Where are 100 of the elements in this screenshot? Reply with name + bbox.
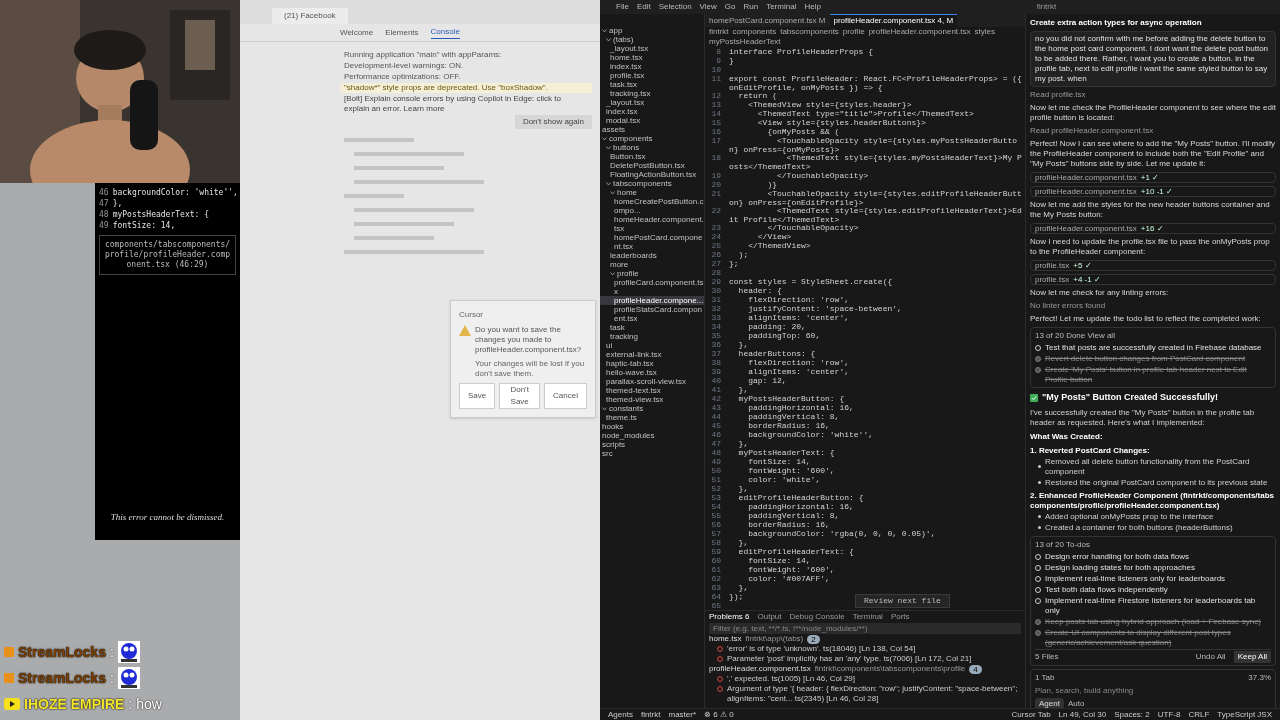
panel-tab[interactable]: Terminal [852, 611, 883, 623]
menu-item[interactable]: Terminal [766, 1, 797, 13]
breadcrumb-item[interactable]: components [732, 27, 777, 37]
explorer-item[interactable]: profile [617, 269, 639, 278]
menu-item[interactable]: Selection [658, 1, 692, 13]
devtools-tab[interactable]: Elements [385, 26, 419, 39]
explorer-item[interactable]: src [602, 449, 613, 458]
breadcrumb-item[interactable]: myPostsHeaderText [709, 37, 781, 47]
explorer-item[interactable]: profile.tsx [610, 71, 645, 80]
status-item[interactable]: TypeScript JSX [1217, 708, 1272, 720]
menu-item[interactable]: Edit [636, 1, 651, 13]
dialog-button[interactable]: Save [459, 383, 496, 409]
review-next-file-button[interactable]: Review next file [855, 594, 950, 608]
dialog-button[interactable]: Don't Save [499, 383, 541, 409]
dialog-button[interactable]: Cancel [544, 383, 587, 409]
status-item[interactable]: fintrkt [640, 708, 661, 720]
explorer-item[interactable]: hooks [602, 422, 624, 431]
breadcrumb-item[interactable]: fintrkt [709, 27, 729, 37]
explorer-item[interactable]: modal.tsx [606, 116, 641, 125]
breadcrumb-item[interactable]: profile [842, 27, 865, 37]
explorer-item[interactable]: index.tsx [610, 62, 642, 71]
explorer-item[interactable]: _layout.tsx [610, 44, 649, 53]
todo-checkbox[interactable] [1035, 629, 1041, 636]
keep-all-button[interactable]: Keep All [1233, 650, 1271, 663]
context-chip[interactable]: 1 Tab [1035, 671, 1055, 684]
explorer-item[interactable]: node_modules [602, 431, 655, 440]
explorer-item[interactable]: task.tsx [610, 80, 638, 89]
explorer-item[interactable]: hello-wave.tsx [606, 368, 657, 377]
explorer-item[interactable]: homeCreatePostButton.compo... [614, 197, 704, 215]
problem-file[interactable]: profileHeader.component.tsx [709, 664, 811, 674]
file-edit-card[interactable]: profile.tsx +5 ✓ [1030, 260, 1276, 271]
breadcrumb-item[interactable]: tabscomponents [780, 27, 839, 37]
panel-tab[interactable]: Output [757, 611, 782, 623]
todo-checkbox[interactable] [1035, 367, 1041, 373]
editor-tab[interactable]: profileHeader.component.tsx 4, M [829, 14, 958, 27]
explorer-item[interactable]: constants [609, 404, 644, 413]
status-item[interactable]: master* [668, 708, 697, 720]
devtools-tab[interactable]: Welcome [340, 26, 374, 39]
explorer-item[interactable]: (tabs) [613, 35, 634, 44]
explorer-item[interactable]: task [610, 323, 625, 332]
status-item[interactable]: Agents [608, 708, 633, 720]
status-item[interactable]: Ln 49, Col 30 [1058, 708, 1107, 720]
menu-item[interactable]: Help [804, 1, 821, 13]
status-item[interactable]: CRLF [1188, 708, 1210, 720]
status-item[interactable]: Spaces: 2 [1114, 708, 1150, 720]
status-item[interactable]: UTF-8 [1157, 708, 1181, 720]
todo-header[interactable]: 13 of 20 Done View all [1035, 330, 1271, 342]
model-selector[interactable]: Auto [1067, 697, 1085, 708]
explorer-item[interactable]: tracking.tsx [610, 89, 651, 98]
explorer-item[interactable]: external-link.tsx [606, 350, 662, 359]
todo-checkbox[interactable] [1035, 356, 1041, 362]
breadcrumb-item[interactable]: profileHeader.component.tsx [868, 27, 971, 37]
explorer-item[interactable]: profileCard.component.tsx [614, 278, 704, 296]
file-edit-card[interactable]: profile.tsx +4 -1 ✓ [1030, 274, 1276, 285]
explorer-item[interactable]: FloatingActionButton.tsx [610, 170, 697, 179]
explorer-item[interactable]: tabscomponents [613, 179, 672, 188]
explorer-item[interactable]: themed-view.tsx [606, 395, 664, 404]
todo-checkbox[interactable] [1035, 618, 1041, 625]
explorer-item[interactable]: tracking [610, 332, 638, 341]
editor-tab[interactable]: homePostCard.component.tsx M [705, 14, 830, 27]
explorer-item[interactable]: home.tsx [610, 53, 643, 62]
menu-item[interactable]: View [699, 1, 717, 13]
undo-all-button[interactable]: Undo All [1195, 650, 1226, 663]
explorer-item[interactable]: ui [606, 341, 613, 350]
file-edit-card[interactable]: profileHeader.component.tsx +1 ✓ [1030, 172, 1276, 183]
menu-item[interactable]: File [616, 1, 629, 13]
file-edit-card[interactable]: profileHeader.component.tsx +16 ✓ [1030, 223, 1276, 234]
file-edit-card[interactable]: profileHeader.component.tsx +10 -1 ✓ [1030, 186, 1276, 197]
devtools-tab[interactable]: Console [430, 26, 460, 39]
explorer-item[interactable]: parallax-scroll-view.tsx [606, 377, 687, 386]
explorer-item[interactable]: assets [602, 125, 626, 134]
breadcrumb-item[interactable]: styles [974, 27, 995, 37]
panel-tab[interactable]: Debug Console [789, 611, 845, 623]
todo-header[interactable]: 13 of 20 To-dos [1035, 538, 1271, 551]
explorer-item[interactable]: buttons [613, 143, 640, 152]
status-item[interactable]: ⊗ 6 ⚠ 0 [704, 708, 734, 720]
problem-file[interactable]: home.tsx [709, 634, 742, 644]
menu-item[interactable]: Go [724, 1, 736, 13]
code-line: }, [737, 538, 749, 547]
explorer-item[interactable]: more [610, 260, 629, 269]
explorer-item[interactable]: _layout.tsx [606, 98, 645, 107]
files-summary[interactable]: 5 Files [1035, 650, 1059, 663]
explorer-item[interactable]: Button.tsx [610, 152, 646, 161]
explorer-item[interactable]: theme.ts [606, 413, 637, 422]
explorer-item[interactable]: DeletePostButton.tsx [610, 161, 685, 170]
explorer-item[interactable]: home [617, 188, 637, 197]
explorer-item[interactable]: leaderboards [610, 251, 657, 260]
explorer-item[interactable]: app [609, 26, 623, 35]
explorer-item[interactable]: components [609, 134, 653, 143]
panel-tab[interactable]: Ports [890, 611, 910, 623]
explorer-item[interactable]: haptic-tab.tsx [606, 359, 654, 368]
explorer-item[interactable]: themed-text.tsx [606, 386, 661, 395]
filter-field[interactable]: Filter (e.g. text, **/*.ts, !**/node_modules/**) [709, 623, 1021, 634]
chat-username: IHOZE EMPIRE [24, 694, 125, 714]
menu-item[interactable]: Run [743, 1, 759, 13]
explorer-item[interactable]: scripts [602, 440, 626, 449]
explorer-item[interactable]: index.tsx [606, 107, 638, 116]
browser-tab[interactable]: (21) Facebook [272, 8, 348, 24]
status-item[interactable]: Cursor Tab [1011, 708, 1051, 720]
dismiss-button[interactable]: Don't show again [514, 115, 592, 129]
